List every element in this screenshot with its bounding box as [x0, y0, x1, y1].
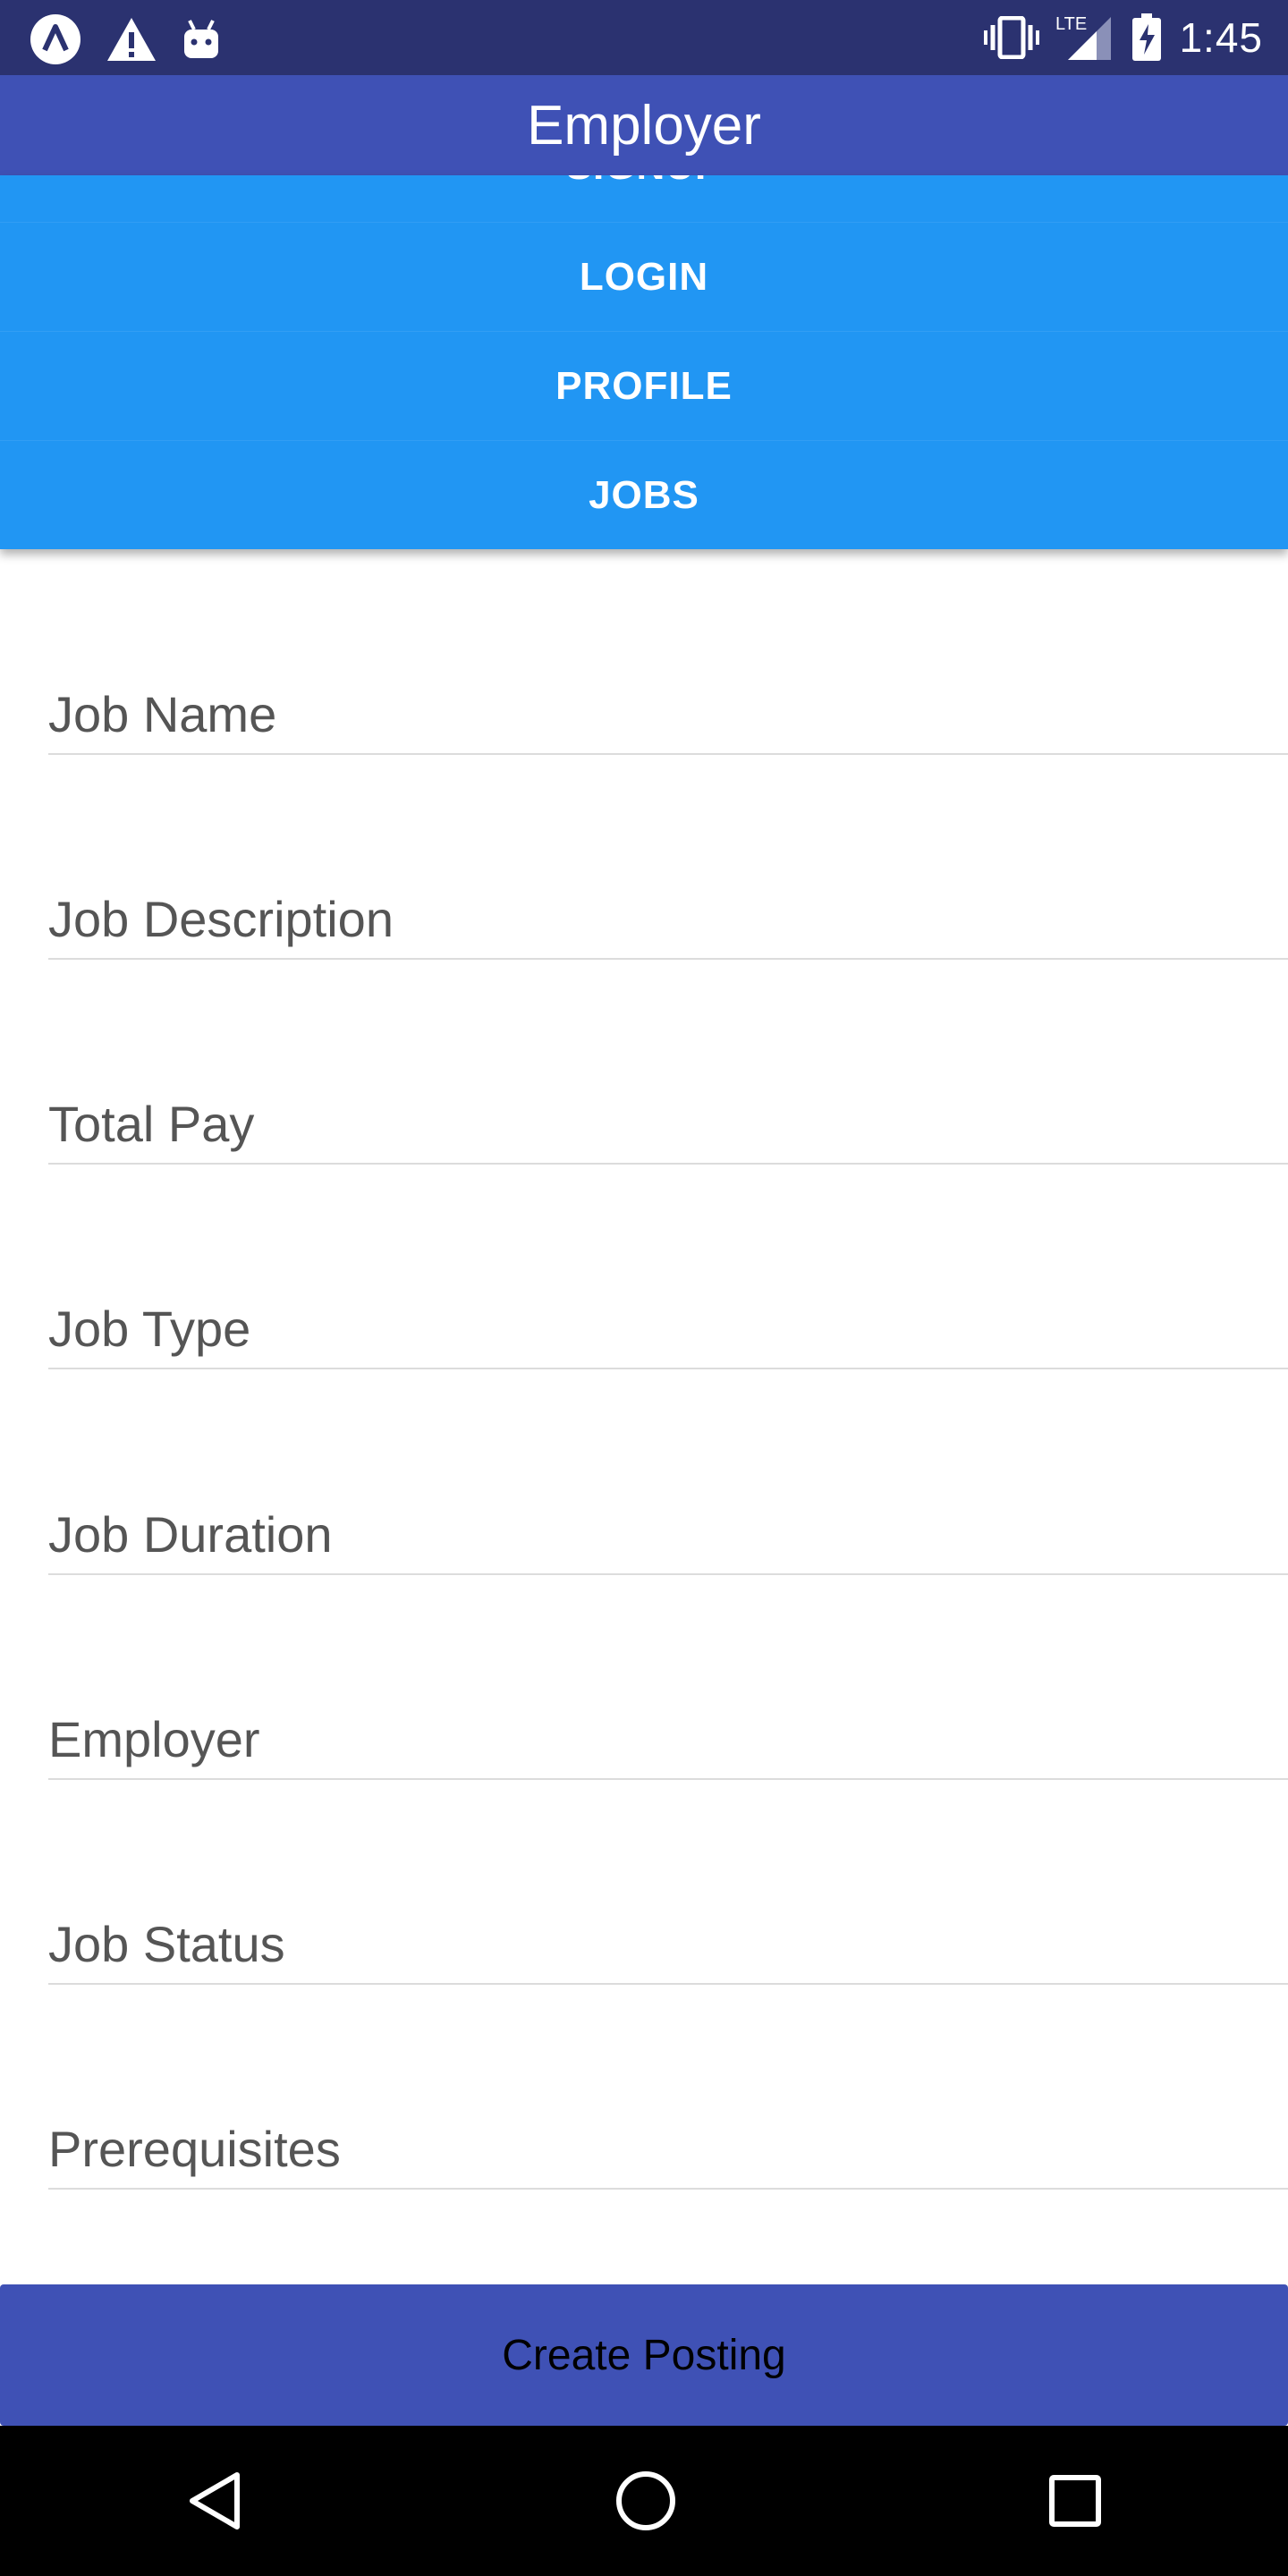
signup-button[interactable]: SIGNUP	[0, 175, 1288, 221]
job-description-input[interactable]	[48, 886, 1288, 951]
employer-input[interactable]	[48, 1707, 1288, 1771]
prerequisites-field	[48, 2116, 1288, 2190]
status-bar: LTE 1:45	[0, 0, 1288, 75]
job-type-field	[48, 1296, 1288, 1369]
nav-button-stack: SIGNUP LOGIN PROFILE JOBS	[0, 175, 1288, 549]
prerequisites-input[interactable]	[48, 2116, 1288, 2181]
android-icon	[181, 17, 222, 62]
job-status-input[interactable]	[48, 1911, 1288, 1976]
signal-icon: LTE	[1055, 13, 1114, 62]
create-posting-button[interactable]: Create Posting	[0, 2284, 1288, 2426]
job-duration-input[interactable]	[48, 1502, 1288, 1566]
jobs-button[interactable]: JOBS	[0, 440, 1288, 549]
page-title: Employer	[527, 94, 761, 157]
job-name-input[interactable]	[48, 682, 1288, 746]
recents-icon[interactable]	[1047, 2473, 1103, 2529]
warning-icon	[106, 16, 157, 63]
employer-field	[48, 1707, 1288, 1780]
system-nav-bar	[0, 2426, 1288, 2576]
app-bar: Employer	[0, 75, 1288, 175]
clock: 1:45	[1179, 14, 1263, 61]
profile-button[interactable]: PROFILE	[0, 331, 1288, 441]
job-duration-field	[48, 1502, 1288, 1575]
job-type-input[interactable]	[48, 1296, 1288, 1360]
battery-charging-icon	[1131, 13, 1163, 62]
app-logo-icon	[29, 13, 82, 66]
job-status-field	[48, 1911, 1288, 1985]
back-icon[interactable]	[185, 2470, 244, 2532]
job-description-field	[48, 886, 1288, 960]
home-icon[interactable]	[614, 2469, 678, 2533]
login-button[interactable]: LOGIN	[0, 222, 1288, 332]
total-pay-field	[48, 1091, 1288, 1165]
vibrate-icon	[984, 16, 1040, 59]
total-pay-input[interactable]	[48, 1091, 1288, 1156]
network-type-label: LTE	[1055, 14, 1087, 34]
job-name-field	[48, 682, 1288, 755]
